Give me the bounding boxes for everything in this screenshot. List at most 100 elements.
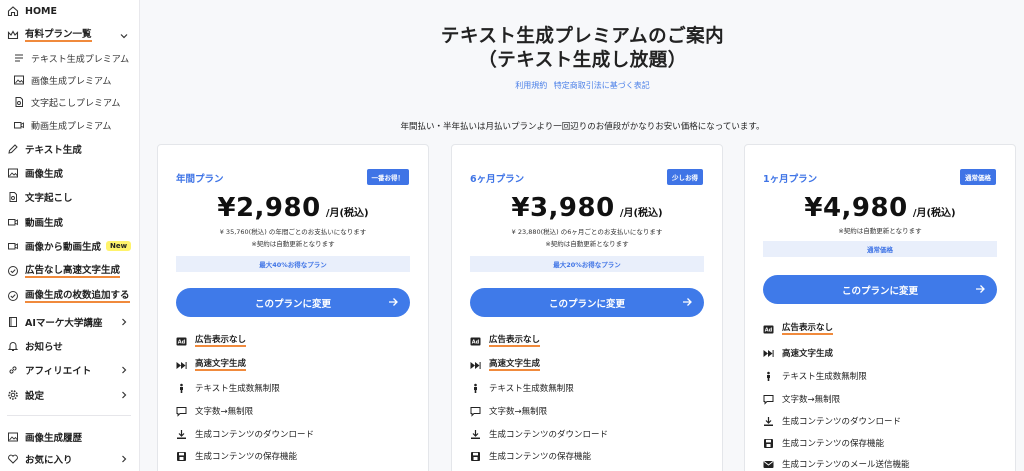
sidebar-item-label: 画像生成履歴 xyxy=(25,433,83,444)
sidebar-item-label: 文字起こし xyxy=(25,193,73,204)
feature-item: 高速文字生成 xyxy=(763,345,833,361)
ad-icon: Ad xyxy=(763,324,774,335)
home-icon xyxy=(7,5,19,17)
sidebar-item-affiliate[interactable]: アフィリエイト xyxy=(0,359,139,381)
terms-link[interactable]: 利用規約 xyxy=(515,81,547,90)
arrow-right-icon xyxy=(976,285,985,293)
feature-label: 文字数→無制限 xyxy=(489,407,548,417)
person-icon xyxy=(176,383,187,394)
feature-item: 生成コンテンツの保存機能 xyxy=(470,448,591,464)
feature-item: 文字数→無制限 xyxy=(763,391,840,407)
comment-icon xyxy=(763,394,774,405)
sidebar-item-text-gen[interactable]: テキスト生成 xyxy=(0,138,139,160)
video-icon xyxy=(13,119,25,131)
chevron-right-icon[interactable] xyxy=(120,455,128,463)
feature-label: 広告表示なし xyxy=(782,323,834,335)
plan-card-6month: 6ヶ月プラン 少しお得 ¥3,980 /月(税込) ¥ 23,880(税込) の… xyxy=(451,144,723,471)
chevron-down-icon[interactable] xyxy=(120,32,128,40)
sidebar-item-image-premium[interactable]: 画像生成プレミアム xyxy=(0,69,139,91)
plan-note: ¥ 23,880(税込) の6ヶ月ごとのお支払いになります xyxy=(511,228,663,236)
feature-item: 生成コンテンツのダウンロード xyxy=(176,426,314,442)
fast-forward-icon xyxy=(763,348,774,359)
plan-note: ※契約は自動更新となります xyxy=(251,240,335,248)
feature-item: Ad 広告表示なし xyxy=(763,321,834,337)
sidebar-item-no-ads[interactable]: 広告なし高速文字生成 xyxy=(0,260,139,282)
new-badge: New xyxy=(106,241,132,251)
price-unit: /月(税込) xyxy=(325,208,369,219)
cta-label: このプランに変更 xyxy=(841,285,918,297)
change-plan-button[interactable]: このプランに変更 xyxy=(470,288,704,317)
sidebar-item-video-gen[interactable]: 動画生成 xyxy=(0,211,139,233)
chevron-right-icon[interactable] xyxy=(120,366,128,374)
sidebar-item-image-to-video[interactable]: 画像から動画生成 New xyxy=(0,235,139,257)
price-amount: ¥2,980 xyxy=(217,193,321,223)
feature-item: テキスト生成数無制限 xyxy=(176,380,280,396)
feature-item: テキスト生成数無制限 xyxy=(470,380,574,396)
chevron-right-icon[interactable] xyxy=(120,391,128,399)
sidebar-item-settings[interactable]: 設定 xyxy=(0,384,139,406)
feature-item: Ad 広告表示なし xyxy=(470,333,541,349)
feature-label: 生成コンテンツのダウンロード xyxy=(782,417,902,427)
feature-item: 生成コンテンツの保存機能 xyxy=(763,435,884,451)
image-icon xyxy=(7,431,19,443)
feature-item: 文字数→無制限 xyxy=(176,403,253,419)
price-unit: /月(税込) xyxy=(912,208,956,219)
arrow-right-icon xyxy=(683,298,692,306)
feature-item: テキスト生成数無制限 xyxy=(763,368,867,384)
plan-card-annual: 年間プラン 一番お得！ ¥2,980 /月(税込) ¥ 35,760(税込) の… xyxy=(157,144,429,471)
price-amount: ¥4,980 xyxy=(804,193,908,223)
person-icon xyxy=(470,383,481,394)
sidebar-item-label: アフィリエイト xyxy=(25,366,92,377)
change-plan-button[interactable]: このプランに変更 xyxy=(763,275,997,304)
chevron-right-icon[interactable] xyxy=(120,318,128,326)
svg-text:Ad: Ad xyxy=(765,327,773,333)
plan-name: 1ヶ月プラン xyxy=(763,174,818,185)
feature-label: 生成コンテンツの保存機能 xyxy=(195,452,298,462)
feature-label: 生成コンテンツの保存機能 xyxy=(782,439,885,449)
feature-item: 高速文字生成 xyxy=(176,357,247,373)
feature-label: テキスト生成数無制限 xyxy=(489,384,574,394)
sidebar-item-label: 画像生成の枚数追加する xyxy=(25,289,130,303)
sidebar-item-home[interactable]: HOME xyxy=(0,0,139,22)
sidebar-item-label: お知らせ xyxy=(25,342,63,353)
sidebar-item-image-gen[interactable]: 画像生成 xyxy=(0,162,139,184)
pen-icon xyxy=(7,143,19,155)
sidebar-item-transcribe-premium[interactable]: 文字起こしプレミアム xyxy=(0,91,139,113)
price-unit: /月(税込) xyxy=(619,208,663,219)
sidebar-item-video-premium[interactable]: 動画生成プレミアム xyxy=(0,114,139,136)
heart-icon xyxy=(7,453,19,465)
image-icon xyxy=(13,74,25,86)
page-subtitle: 年間払い・半年払いは月払いプランより一回辺りのお値段がかなりお安い価格になってい… xyxy=(400,122,765,132)
sidebar-item-image-history[interactable]: 画像生成履歴 xyxy=(0,426,139,448)
sidebar-item-label: テキスト生成プレミアム xyxy=(31,54,130,65)
plan-badge: 一番お得！ xyxy=(366,169,409,185)
sidebar-item-text-premium[interactable]: テキスト生成プレミアム xyxy=(0,47,139,69)
sidebar-item-news[interactable]: お知らせ xyxy=(0,335,139,357)
sidebar-item-add-images[interactable]: 画像生成の枚数追加する xyxy=(0,285,139,307)
feature-label: 生成コンテンツのダウンロード xyxy=(195,430,315,440)
commerce-law-link[interactable]: 特定商取引法に基づく表記 xyxy=(554,81,650,90)
transcribe-icon xyxy=(7,191,19,203)
sidebar-item-label: 設定 xyxy=(25,391,45,402)
svg-text:Ad: Ad xyxy=(472,339,480,345)
sidebar-item-favorites[interactable]: お気に入り xyxy=(0,448,139,470)
plan-name: 6ヶ月プラン xyxy=(470,174,525,185)
sidebar-divider xyxy=(7,415,131,416)
sidebar-item-plans[interactable]: 有料プラン一覧 xyxy=(0,24,139,46)
change-plan-button[interactable]: このプランに変更 xyxy=(176,288,410,317)
check-circle-icon xyxy=(7,290,19,302)
sidebar-item-ai-course[interactable]: AIマーケ大学講座 xyxy=(0,311,139,333)
sidebar-item-transcribe[interactable]: 文字起こし xyxy=(0,186,139,208)
discount-banner: 最大40%お得なプラン xyxy=(176,256,410,272)
download-icon xyxy=(470,429,481,440)
person-icon xyxy=(763,371,774,382)
book-icon xyxy=(7,316,19,328)
feature-label: 文字数→無制限 xyxy=(782,395,841,405)
feature-item: 高速文字生成 xyxy=(470,357,541,373)
svg-text:Ad: Ad xyxy=(178,339,186,345)
ad-icon: Ad xyxy=(470,336,481,347)
feature-item: Ad 広告表示なし xyxy=(176,333,247,349)
feature-item: 生成コンテンツのメール送信機能 xyxy=(763,456,910,471)
plan-card-monthly: 1ヶ月プラン 通常価格 ¥4,980 /月(税込) ※契約は自動更新となります … xyxy=(744,144,1016,471)
lines-icon xyxy=(13,52,25,64)
